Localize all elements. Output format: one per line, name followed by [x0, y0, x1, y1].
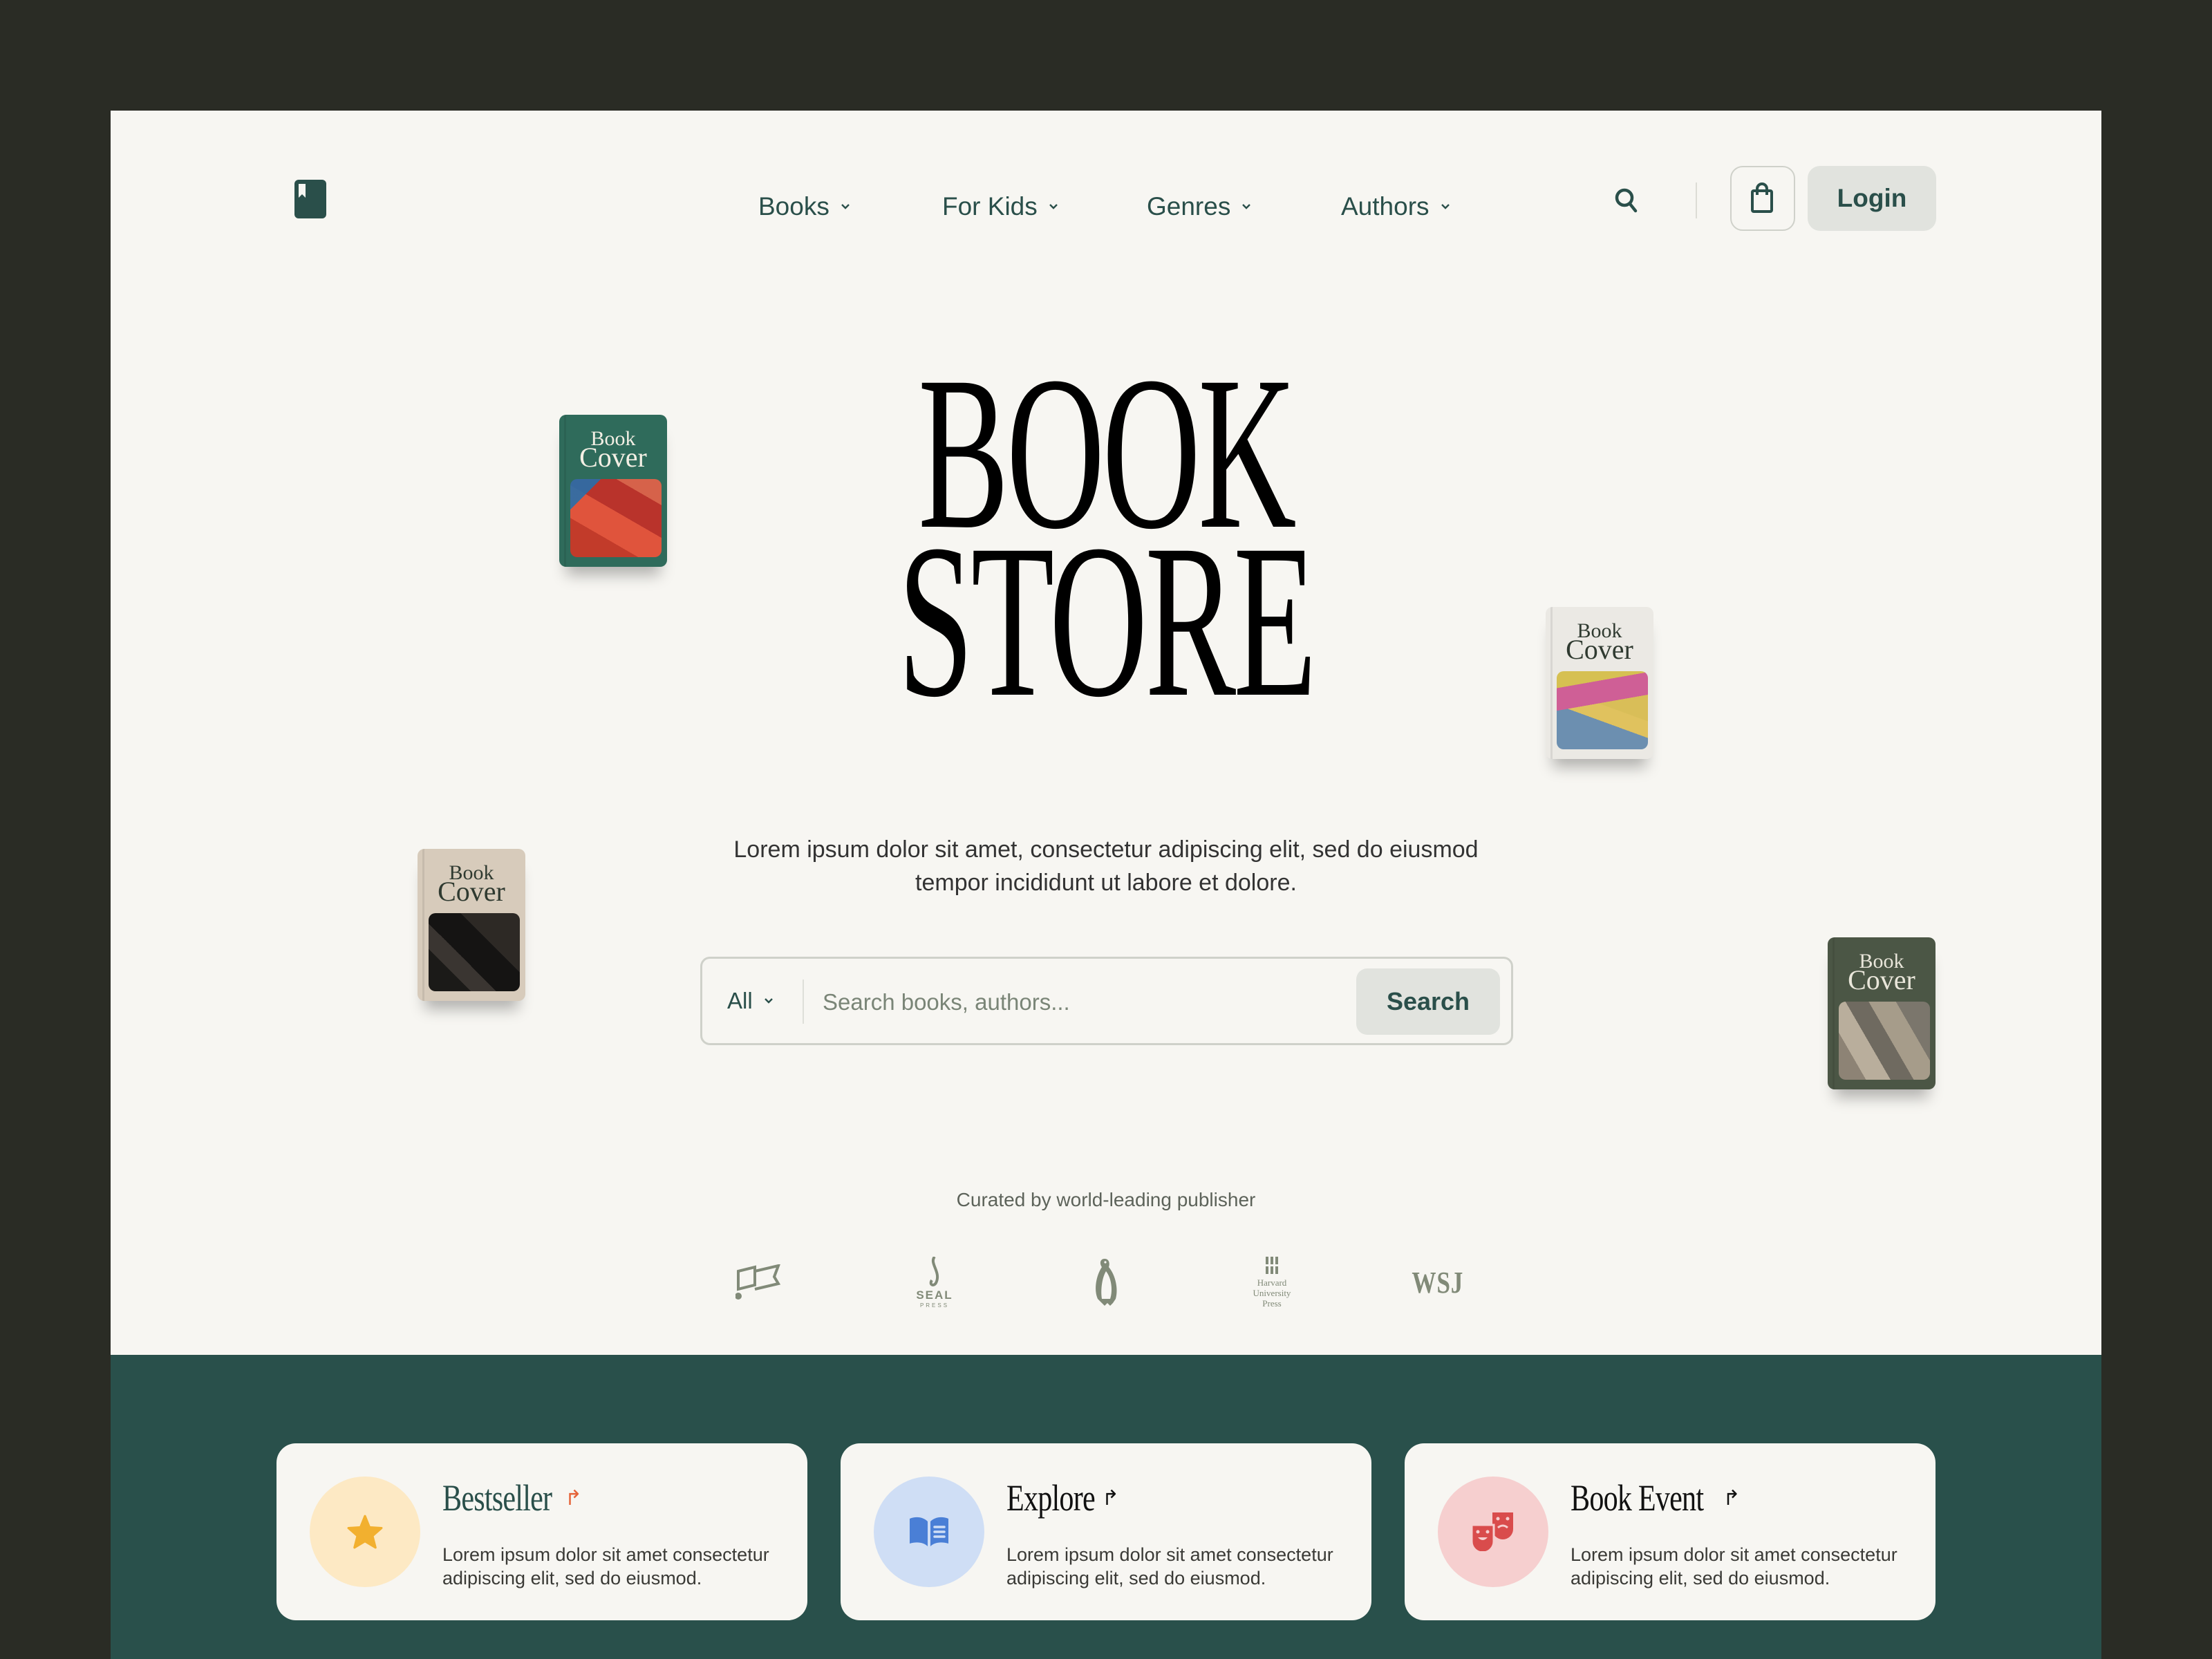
page: Books For Kids Genres Authors Login BOOK… — [111, 111, 2101, 1659]
publishers-heading: Curated by world-leading publisher — [956, 1189, 1256, 1210]
chevron-down-icon — [1242, 204, 1251, 209]
book-cover[interactable]: Book Cover — [1828, 937, 1936, 1089]
feature-title: Explore — [1006, 1477, 1096, 1519]
feature-card-bestseller[interactable]: Bestseller ↱ Lorem ipsum dolor sit amet … — [276, 1443, 807, 1620]
login-button[interactable]: Login — [1808, 166, 1936, 231]
feature-title-row: Book Event ↱ — [1571, 1477, 1741, 1519]
nav-item-books[interactable]: Books — [758, 182, 852, 231]
search-icon[interactable] — [1611, 184, 1645, 218]
penguin-logo — [1058, 1244, 1154, 1320]
hero-subtitle: Lorem ipsum dolor sit amet, consectetur … — [733, 836, 1479, 896]
feature-card-explore[interactable]: Explore ↱ Lorem ipsum dolor sit amet con… — [841, 1443, 1371, 1620]
search-category-select[interactable]: All — [727, 959, 775, 1043]
search-bar: All Search — [700, 957, 1513, 1045]
flag-icon — [735, 1264, 781, 1300]
chevron-down-icon — [764, 998, 773, 1004]
arrow-forward-icon: ↱ — [1101, 1486, 1120, 1510]
book-cover[interactable]: Book Cover — [418, 849, 525, 1001]
nav-item-genres[interactable]: Genres — [1147, 182, 1253, 231]
nav-item-for-kids[interactable]: For Kids — [942, 182, 1060, 231]
book-cover-art — [429, 913, 520, 991]
feature-title: Book Event — [1571, 1477, 1704, 1519]
nav-item-label: Genres — [1147, 192, 1231, 221]
search-category-value: All — [727, 988, 753, 1013]
theater-masks-icon — [1472, 1512, 1513, 1551]
book-cover-art — [1839, 1002, 1930, 1080]
nav-divider — [1696, 182, 1697, 218]
features-band: Bestseller ↱ Lorem ipsum dolor sit amet … — [111, 1355, 2101, 1659]
hero-title-line2: STORE — [897, 499, 1317, 742]
book-cover-art — [1557, 671, 1648, 749]
feature-icon-circle — [310, 1477, 420, 1587]
chevron-down-icon — [1441, 204, 1450, 209]
feature-title: Bestseller — [442, 1477, 552, 1519]
star-icon — [347, 1515, 383, 1549]
feature-icon-circle — [874, 1477, 984, 1587]
wsj-text: WSJ — [1412, 1265, 1464, 1300]
open-book-icon — [910, 1517, 948, 1546]
nav-item-label: Books — [758, 192, 830, 221]
feature-card-book-event[interactable]: Book Event ↱ Lorem ipsum dolor sit amet … — [1405, 1443, 1936, 1620]
book-title-line2: Cover — [1848, 964, 1915, 995]
book-cover[interactable]: Book Cover — [1546, 607, 1653, 759]
publisher-logos: SEAL PRESS Harvard University Press WSJ — [111, 1244, 2101, 1320]
search-divider — [803, 980, 804, 1024]
book-cover-art — [570, 479, 662, 557]
feature-title-row: Bestseller ↱ — [442, 1477, 582, 1519]
main-nav: Books For Kids Genres Authors — [111, 182, 2101, 231]
arrow-forward-icon: ↱ — [1723, 1486, 1741, 1510]
book-title-line2: Cover — [579, 442, 647, 473]
nav-item-authors[interactable]: Authors — [1341, 182, 1452, 231]
penguin-icon — [1096, 1259, 1117, 1306]
harvard-text-2: University — [1253, 1287, 1291, 1298]
seal-press-subtext: PRESS — [919, 1302, 950, 1309]
feature-description: Lorem ipsum dolor sit amet consectetur a… — [442, 1544, 769, 1588]
nav-item-label: For Kids — [942, 192, 1038, 221]
book-title-line2: Cover — [1566, 634, 1633, 665]
search-button[interactable]: Search — [1356, 968, 1500, 1035]
book-title-line2: Cover — [438, 876, 505, 907]
shopping-bag-icon — [1751, 182, 1773, 213]
arrow-forward-icon: ↱ — [564, 1486, 583, 1510]
chevron-down-icon — [1049, 204, 1058, 209]
book-cover[interactable]: Book Cover — [559, 415, 667, 567]
feature-description: Lorem ipsum dolor sit amet consectetur a… — [1006, 1544, 1333, 1588]
feature-icon-circle — [1438, 1477, 1548, 1587]
nav-item-label: Authors — [1341, 192, 1430, 221]
seal-swash-icon — [929, 1256, 939, 1286]
seal-press-logo: SEAL PRESS — [886, 1244, 983, 1320]
feature-description: Lorem ipsum dolor sit amet consectetur a… — [1571, 1544, 1897, 1588]
harvard-text-1: Harvard — [1257, 1277, 1287, 1288]
harvard-bars-icon — [1266, 1256, 1278, 1274]
chevron-down-icon — [841, 204, 850, 209]
seal-press-text: SEAL — [916, 1288, 953, 1302]
search-input[interactable] — [821, 974, 1349, 1031]
harvard-text-3: Press — [1262, 1297, 1282, 1309]
flag-publisher-logo — [713, 1244, 803, 1320]
feature-title-row: Explore ↱ — [1006, 1477, 1119, 1519]
wsj-logo: WSJ — [1389, 1244, 1486, 1320]
cart-button[interactable] — [1730, 166, 1795, 231]
harvard-university-press-logo: Harvard University Press — [1217, 1244, 1327, 1320]
